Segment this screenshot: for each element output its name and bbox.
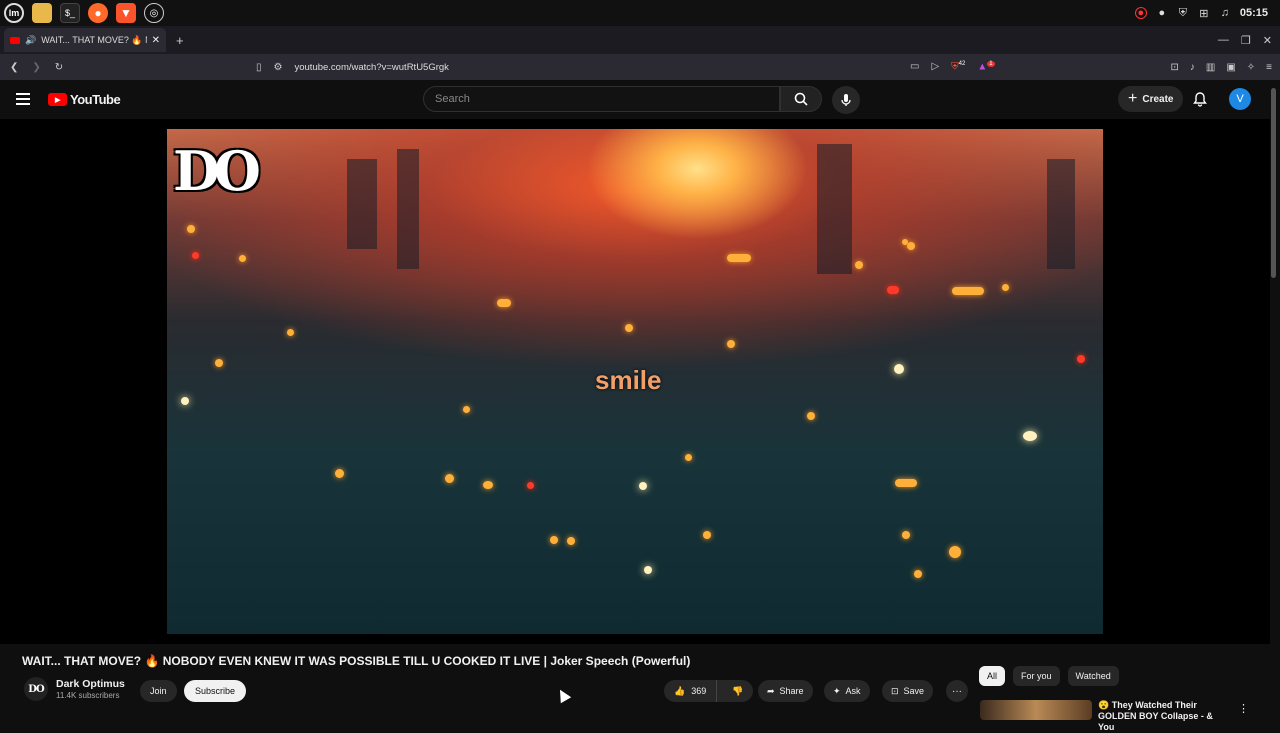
voice-search-button[interactable] xyxy=(832,86,860,114)
channel-watermark-logo: DO xyxy=(173,139,261,203)
recommended-title[interactable]: 😮 They Watched Their GOLDEN BOY Collapse… xyxy=(1098,700,1224,733)
video-frame[interactable]: DO smile xyxy=(167,129,1103,634)
site-info-icon[interactable]: ⚙ xyxy=(274,62,283,73)
subscribe-button[interactable]: Subscribe xyxy=(184,680,247,702)
os-top-panel: lm $_ ● ▼ ◎ ● ● ⛨ ⊞ ♫ 05:15 xyxy=(0,0,1280,26)
browser-tab-active[interactable]: 🔊 WAIT... THAT MOVE? 🔥 N ✕ xyxy=(4,28,166,52)
plus-icon: + xyxy=(1128,90,1138,107)
rewards-badge: 1 xyxy=(987,61,995,68)
notifications-bell-icon[interactable] xyxy=(1192,91,1208,107)
network-idle-icon[interactable]: ● xyxy=(1156,7,1168,19)
save-button[interactable]: ⊡ Save xyxy=(882,680,934,702)
media-icon[interactable]: ♪ xyxy=(1190,62,1195,73)
youtube-play-icon: ▶ xyxy=(48,93,67,106)
chip-for-you[interactable]: For you xyxy=(1013,666,1060,686)
like-button[interactable]: 👍 369 xyxy=(664,680,718,702)
cast-icon[interactable]: ▭ xyxy=(910,61,919,72)
brave-rewards-icon[interactable]: ▲ 1 xyxy=(977,61,995,73)
search-placeholder: Search xyxy=(435,93,470,105)
maximize-icon[interactable]: ❐ xyxy=(1241,34,1251,47)
minimize-icon[interactable]: — xyxy=(1218,34,1229,47)
channel-avatar[interactable]: DO xyxy=(24,677,48,701)
sparkle-icon: ✦ xyxy=(833,685,841,696)
music-note-icon[interactable]: ♫ xyxy=(1219,7,1231,19)
microphone-icon xyxy=(841,94,851,106)
forward-icon[interactable]: ❯ xyxy=(32,62,40,73)
like-dislike-group: 👍 369 👎 xyxy=(664,680,754,702)
back-icon[interactable]: ❮ xyxy=(10,62,18,73)
chip-all[interactable]: All xyxy=(979,666,1006,686)
url-field[interactable]: youtube.com/watch?v=wutRtU5Grgk xyxy=(294,62,448,73)
share-icon: ➦ xyxy=(767,685,775,696)
ask-label: Ask xyxy=(845,686,861,696)
screenshot-icon[interactable]: ⊡ xyxy=(1170,62,1178,73)
thumbs-up-icon: 👍 xyxy=(674,685,686,696)
recommendation-menu-icon[interactable]: ⋮ xyxy=(1238,702,1249,715)
leo-ai-icon[interactable]: ✧ xyxy=(1247,62,1255,73)
obs-icon[interactable]: ◎ xyxy=(144,3,164,23)
tab-title: WAIT... THAT MOVE? 🔥 N xyxy=(41,34,147,45)
video-title: WAIT... THAT MOVE? 🔥 NOBODY EVEN KNEW IT… xyxy=(22,654,691,668)
clock[interactable]: 05:15 xyxy=(1240,7,1268,19)
record-icon[interactable]: ● xyxy=(1134,7,1147,19)
like-count: 369 xyxy=(691,686,707,696)
sidebar-icon[interactable]: ▥ xyxy=(1206,62,1215,73)
search-icon xyxy=(794,92,808,106)
wallet-icon[interactable]: ▣ xyxy=(1226,62,1235,73)
recommendation-filter-chips: All For you Watched xyxy=(979,666,1119,686)
recommended-video[interactable]: 😮 They Watched Their GOLDEN BOY Collapse… xyxy=(980,700,1224,733)
page-scrollbar[interactable] xyxy=(1271,88,1276,278)
youtube-logo[interactable]: ▶ YouTube xyxy=(48,92,121,107)
play-icon[interactable]: ▷ xyxy=(931,61,939,72)
recommended-thumbnail[interactable] xyxy=(980,700,1092,720)
join-button[interactable]: Join xyxy=(140,680,177,702)
youtube-logo-text: YouTube xyxy=(70,92,121,107)
ask-button[interactable]: ✦ Ask xyxy=(824,680,870,702)
chip-watched[interactable]: Watched xyxy=(1067,666,1119,686)
brave-badge: 42 xyxy=(958,61,966,68)
shield-icon[interactable]: ⛨ xyxy=(1177,7,1189,19)
more-actions-button[interactable]: ··· xyxy=(946,680,968,702)
speaker-icon[interactable]: 🔊 xyxy=(25,35,36,46)
channel-name[interactable]: Dark Optimus xyxy=(56,678,125,690)
brave-icon[interactable]: ▼ xyxy=(116,3,136,23)
reload-icon[interactable]: ↻ xyxy=(55,62,63,73)
youtube-header: ▶ YouTube Search + Create V xyxy=(0,80,1280,120)
bookmark-icon[interactable]: ▯ xyxy=(256,62,262,73)
video-subtitle: smile xyxy=(595,365,662,395)
browser-menu-icon[interactable]: ≡ xyxy=(1266,62,1272,73)
search-input[interactable]: Search xyxy=(423,86,780,112)
video-player[interactable]: DO smile xyxy=(0,119,1270,644)
browser-address-bar: ❮ ❯ ↻ ▯ ⚙ youtube.com/watch?v=wutRtU5Grg… xyxy=(0,54,1280,80)
network-icon[interactable]: ⊞ xyxy=(1198,7,1210,20)
youtube-favicon-icon xyxy=(10,36,20,44)
account-avatar[interactable]: V xyxy=(1229,88,1251,110)
brave-shields-icon[interactable]: ⛨42 xyxy=(951,61,965,72)
create-button[interactable]: + Create xyxy=(1118,86,1184,112)
new-tab-button[interactable]: + xyxy=(176,33,184,48)
terminal-icon[interactable]: $_ xyxy=(60,3,80,23)
close-window-icon[interactable]: ✕ xyxy=(1263,34,1272,47)
create-label: Create xyxy=(1142,93,1174,105)
dislike-button[interactable]: 👎 xyxy=(722,680,753,702)
tab-close-icon[interactable]: ✕ xyxy=(152,35,160,46)
mouse-cursor-icon xyxy=(554,686,572,704)
files-icon[interactable] xyxy=(32,3,52,23)
share-label: Share xyxy=(779,686,804,696)
channel-info: DO Dark Optimus 11.4K subscribers xyxy=(24,677,125,701)
share-button[interactable]: ➦ Share xyxy=(758,680,813,702)
menu-icon[interactable] xyxy=(16,93,30,105)
search-button[interactable] xyxy=(780,86,822,112)
subscriber-count: 11.4K subscribers xyxy=(56,691,120,700)
save-bookmark-icon: ⊡ xyxy=(891,685,899,696)
save-label: Save xyxy=(903,686,925,696)
mint-menu-icon[interactable]: lm xyxy=(4,3,24,23)
firefox-icon[interactable]: ● xyxy=(88,3,108,23)
thumbs-down-icon: 👎 xyxy=(732,685,744,696)
browser-tab-bar: 🔊 WAIT... THAT MOVE? 🔥 N ✕ + — ❐ ✕ xyxy=(0,26,1280,54)
